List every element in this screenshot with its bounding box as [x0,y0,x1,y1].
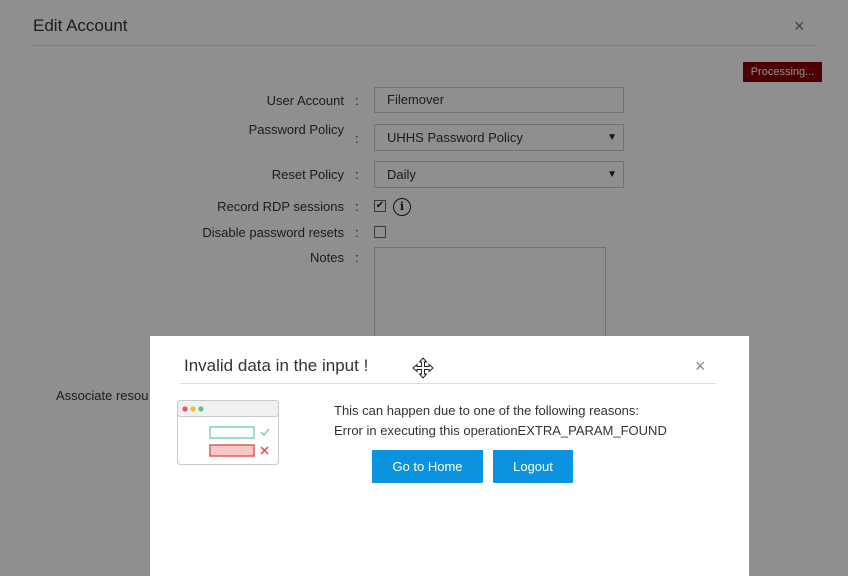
error-reason-detail: Error in executing this operationEXTRA_P… [334,423,667,438]
invalid-form-illustration-icon [177,400,279,465]
move-icon[interactable] [412,357,434,379]
logout-button[interactable]: Logout [493,450,573,483]
modal-title: Invalid data in the input ! [184,356,369,375]
modal-divider [180,383,716,384]
error-modal: Invalid data in the input ! × This can h… [150,336,749,576]
error-reason-heading: This can happen due to one of the follow… [334,403,639,418]
go-to-home-button[interactable]: Go to Home [372,450,483,483]
close-icon[interactable]: × [695,356,706,377]
